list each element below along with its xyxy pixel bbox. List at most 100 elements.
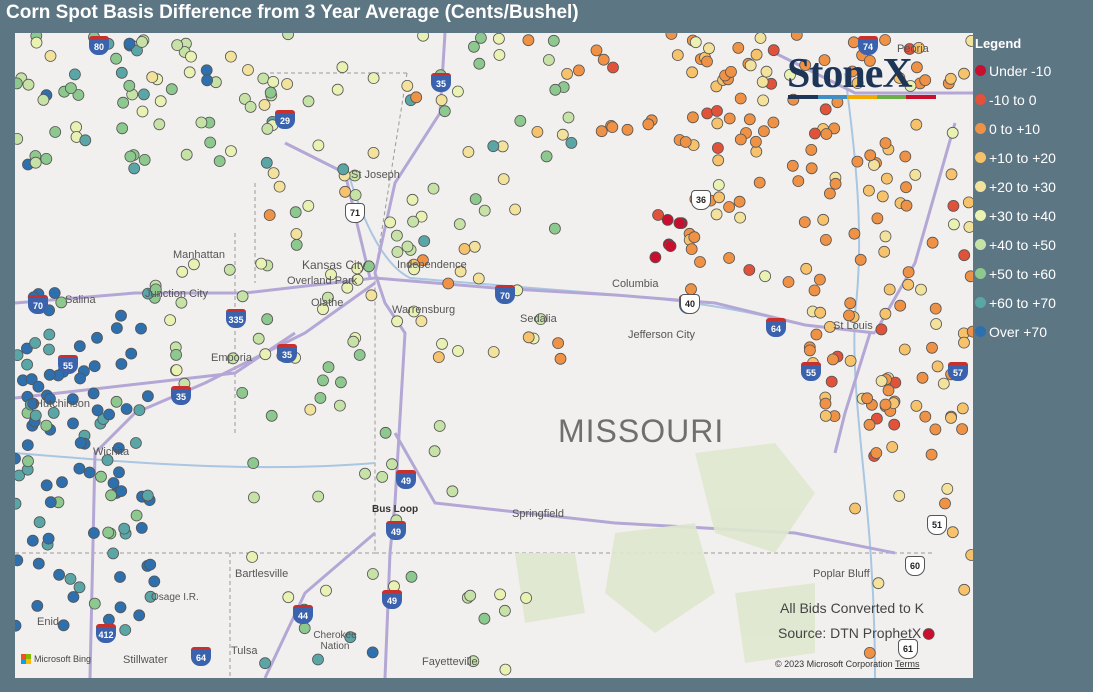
- bid-location-point[interactable]: [872, 577, 885, 590]
- bid-location-point[interactable]: [349, 189, 362, 201]
- bid-location-point[interactable]: [750, 48, 763, 61]
- bid-location-point[interactable]: [902, 278, 915, 291]
- bid-location-point[interactable]: [428, 445, 441, 458]
- bid-location-point[interactable]: [128, 162, 141, 175]
- bid-location-point[interactable]: [732, 41, 745, 54]
- bid-location-point[interactable]: [21, 358, 34, 371]
- bid-location-point[interactable]: [665, 33, 678, 40]
- terms-link[interactable]: Terms: [895, 659, 920, 669]
- bid-location-point[interactable]: [137, 88, 150, 101]
- bid-location-point[interactable]: [138, 154, 151, 166]
- bid-location-point[interactable]: [40, 479, 53, 492]
- bid-location-point[interactable]: [487, 346, 500, 358]
- bid-location-point[interactable]: [870, 447, 883, 459]
- bid-location-point[interactable]: [141, 489, 154, 502]
- bid-location-point[interactable]: [56, 476, 68, 489]
- bid-location-point[interactable]: [15, 349, 24, 361]
- bid-location-point[interactable]: [487, 140, 500, 153]
- bid-location-point[interactable]: [107, 547, 119, 560]
- bid-location-point[interactable]: [805, 162, 818, 175]
- bid-location-point[interactable]: [165, 83, 178, 96]
- bid-location-point[interactable]: [750, 145, 763, 158]
- bid-location-point[interactable]: [32, 557, 45, 570]
- bid-location-point[interactable]: [74, 436, 87, 449]
- bid-location-point[interactable]: [146, 71, 159, 83]
- bid-location-point[interactable]: [15, 77, 23, 90]
- bid-location-point[interactable]: [886, 441, 899, 453]
- bid-location-point[interactable]: [366, 646, 379, 659]
- bid-location-point[interactable]: [401, 80, 414, 92]
- bid-location-point[interactable]: [91, 404, 104, 417]
- bid-location-point[interactable]: [814, 306, 827, 319]
- bid-location-point[interactable]: [958, 336, 970, 349]
- bid-location-point[interactable]: [135, 521, 148, 534]
- bid-location-point[interactable]: [607, 61, 619, 74]
- bid-location-point[interactable]: [759, 270, 771, 283]
- bid-location-point[interactable]: [312, 490, 325, 503]
- bid-location-point[interactable]: [910, 399, 923, 412]
- bid-location-point[interactable]: [809, 127, 821, 140]
- bid-location-point[interactable]: [123, 37, 136, 50]
- bid-location-point[interactable]: [153, 118, 166, 131]
- bid-location-point[interactable]: [83, 466, 96, 479]
- bid-location-point[interactable]: [854, 253, 867, 266]
- bid-location-point[interactable]: [111, 322, 123, 335]
- bid-location-point[interactable]: [939, 497, 951, 510]
- bid-location-point[interactable]: [302, 199, 315, 212]
- bid-location-point[interactable]: [436, 337, 448, 350]
- bid-location-point[interactable]: [497, 173, 510, 186]
- bid-location-point[interactable]: [790, 33, 803, 41]
- bid-location-point[interactable]: [304, 403, 317, 416]
- bid-location-point[interactable]: [478, 204, 491, 217]
- bid-location-point[interactable]: [965, 35, 973, 47]
- bid-location-point[interactable]: [366, 568, 379, 580]
- bid-location-point[interactable]: [565, 137, 578, 149]
- bid-location-point[interactable]: [944, 72, 957, 85]
- bid-location-point[interactable]: [141, 390, 154, 403]
- bid-location-point[interactable]: [844, 297, 857, 310]
- bid-location-point[interactable]: [442, 277, 455, 290]
- bid-location-point[interactable]: [713, 191, 725, 204]
- legend-item[interactable]: +30 to +40: [975, 201, 1093, 230]
- bid-location-point[interactable]: [116, 122, 129, 135]
- bid-location-point[interactable]: [213, 155, 226, 168]
- bid-location-point[interactable]: [926, 236, 939, 249]
- bid-location-point[interactable]: [464, 589, 477, 602]
- bid-location-point[interactable]: [42, 532, 55, 545]
- bid-location-point[interactable]: [686, 66, 698, 79]
- bid-location-point[interactable]: [723, 112, 736, 125]
- bid-location-point[interactable]: [44, 496, 57, 509]
- bid-location-point[interactable]: [21, 439, 34, 452]
- bid-location-point[interactable]: [15, 619, 22, 632]
- bid-location-point[interactable]: [376, 470, 389, 483]
- bid-location-point[interactable]: [902, 266, 915, 279]
- bid-location-point[interactable]: [452, 345, 464, 357]
- bid-location-point[interactable]: [115, 66, 128, 79]
- bid-location-point[interactable]: [711, 105, 723, 117]
- bid-location-point[interactable]: [15, 133, 24, 145]
- bid-location-point[interactable]: [170, 348, 183, 361]
- bid-location-point[interactable]: [185, 50, 197, 63]
- bid-location-point[interactable]: [744, 59, 757, 72]
- bid-location-point[interactable]: [514, 115, 527, 127]
- bid-location-point[interactable]: [473, 57, 486, 70]
- bid-location-point[interactable]: [247, 457, 260, 470]
- bid-location-point[interactable]: [547, 34, 560, 47]
- bid-location-point[interactable]: [468, 240, 481, 253]
- bid-location-point[interactable]: [825, 375, 838, 388]
- legend-item[interactable]: Over +70: [975, 317, 1093, 346]
- bid-location-point[interactable]: [236, 386, 249, 399]
- bid-location-point[interactable]: [712, 179, 725, 191]
- bid-location-point[interactable]: [661, 213, 674, 226]
- bid-location-point[interactable]: [743, 113, 756, 126]
- bid-location-point[interactable]: [621, 123, 634, 136]
- bid-location-point[interactable]: [282, 591, 295, 604]
- bid-location-point[interactable]: [851, 155, 864, 168]
- bid-location-point[interactable]: [493, 33, 505, 45]
- bid-location-point[interactable]: [120, 403, 133, 415]
- bid-location-point[interactable]: [30, 36, 43, 49]
- bid-location-point[interactable]: [49, 126, 62, 138]
- bid-location-point[interactable]: [244, 101, 257, 113]
- bid-location-point[interactable]: [384, 216, 397, 229]
- bid-location-point[interactable]: [105, 489, 117, 502]
